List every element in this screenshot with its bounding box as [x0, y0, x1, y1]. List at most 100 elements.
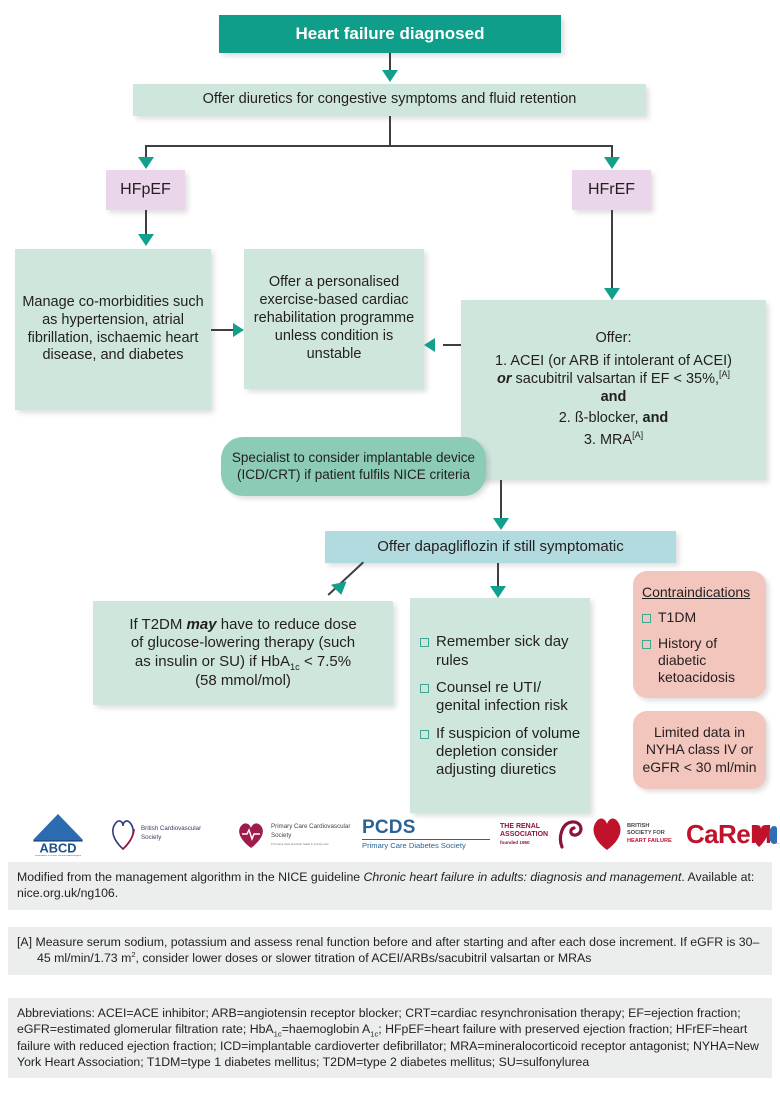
arrow-down-to-hfref	[604, 157, 620, 169]
checkbox-icon[interactable]	[420, 638, 429, 648]
partner-logos-bar: ABCD Association of British Clinical Dia…	[14, 806, 780, 860]
footnote-a: [A] Measure serum sodium, potassium and …	[8, 927, 772, 975]
arrow-left-to-rehab	[424, 338, 435, 352]
node-offer-therapy-content: Offer: 1. ACEI (or ARB if intolerant of …	[461, 326, 766, 455]
heart-icon	[752, 825, 769, 847]
arrow-down-to-hfpef	[138, 157, 154, 169]
heart-solid-red-icon	[593, 818, 621, 850]
british-cardiovascular-society-logo: British Cardiovascular Society	[110, 814, 220, 854]
pccs-main: Primary Care Cardiovascular Society	[271, 823, 351, 840]
offer-item-3-footnote-ref: [A]	[632, 430, 644, 441]
t2dm-line-2: of glucose-lowering therapy (such	[130, 634, 356, 652]
footnote-source-title: Chronic heart failure in adults: diagnos…	[363, 870, 682, 884]
t2dm-line-3-a: as insulin or SU) if HbA	[134, 653, 290, 670]
primary-care-cardiovascular-society-label: Primary Care Cardiovascular Society Prom…	[271, 823, 353, 846]
checkbox-icon[interactable]	[642, 613, 651, 623]
node-dapagliflozin-advice: Remember sick day rules Counsel re UTI/ …	[410, 598, 590, 813]
node-heart-failure-diagnosed-label: Heart failure diagnosed	[295, 24, 485, 44]
contraindications-title: Contraindications	[642, 584, 751, 601]
advice-item-label: Counsel re UTI/ genital infection risk	[436, 679, 568, 715]
node-limited-data: Limited data in NYHA class IV or eGFR < …	[633, 711, 766, 789]
arrow-down-to-t2dm	[330, 581, 350, 597]
node-manage-comorbidities: Manage co-morbidities such as hypertensi…	[15, 249, 211, 410]
flowchart-canvas: Heart failure diagnosed Offer diuretics …	[0, 0, 780, 1116]
heart-solid-icon	[239, 823, 263, 848]
offer-item-2: 2. ß-blocker, and	[467, 410, 760, 428]
node-specialist-device: Specialist to consider implantable devic…	[221, 437, 486, 496]
t2dm-line-3: as insulin or SU) if HbA1c < 7.5%	[99, 653, 387, 672]
offer-item-1-line2: or sacubitril valsartan if EF < 35%,[A]	[467, 368, 760, 389]
arrow-right-to-rehab	[233, 323, 244, 337]
connector-hfref-to-offer	[611, 210, 613, 295]
offer-and-2: and	[642, 410, 669, 427]
arrow-down-to-dapagliflozin	[493, 518, 509, 530]
advice-item-label: If suspicion of volume depletion conside…	[436, 724, 581, 779]
checkbox-icon[interactable]	[420, 729, 429, 739]
arrow-down-to-offer	[604, 288, 620, 300]
connector-split-horizontal	[145, 145, 612, 147]
footnote-source: Modified from the management algorithm i…	[8, 862, 772, 910]
node-dapagliflozin-advice-content: Remember sick day rules Counsel re UTI/ …	[410, 623, 590, 787]
pcds-logo-sub: Primary Care Diabetes Society	[362, 841, 466, 851]
node-hfref-label: HFrEF	[587, 181, 636, 199]
bsh-sub: HEART FAILURE	[627, 837, 672, 844]
contraindication-label: History of diabetic ketoacidosis	[658, 634, 736, 685]
node-heart-failure-diagnosed: Heart failure diagnosed	[219, 15, 561, 53]
checkbox-icon[interactable]	[642, 639, 651, 649]
contraindication-label: T1DM	[658, 608, 697, 625]
footnote-a-marker: [A]	[17, 935, 33, 949]
list-item: History of diabetic ketoacidosis	[642, 635, 759, 686]
advice-checklist: Remember sick day rules Counsel re UTI/ …	[420, 633, 582, 779]
offer-item-3-text: 3. MRA	[583, 432, 633, 449]
renal-association-sub: founded 1950	[500, 840, 530, 845]
t2dm-line-4: (58 mmol/mol)	[195, 671, 291, 689]
advice-item-label: Remember sick day rules	[436, 633, 569, 669]
offer-item-1-or: or	[496, 370, 512, 387]
arrow-down-to-manage	[138, 234, 154, 246]
node-contraindications-content: Contraindications T1DM History of diabet…	[633, 575, 766, 694]
contraindications-list: T1DM History of diabetic ketoacidosis	[642, 609, 759, 686]
list-item: Remember sick day rules	[420, 633, 582, 670]
t2dm-line-1-b: have to reduce dose	[216, 615, 357, 633]
primary-care-cardiovascular-society-logo: Primary Care Cardiovascular Society Prom…	[236, 814, 356, 856]
connector-diuretics-stem	[389, 116, 391, 146]
heart-outline-icon	[112, 820, 135, 851]
node-offer-diuretics-label: Offer diuretics for congestive symptoms …	[202, 91, 577, 108]
node-offer-dapagliflozin: Offer dapagliflozin if still symptomatic	[325, 531, 676, 563]
offer-item-3: 3. MRA[A]	[467, 430, 760, 450]
renal-association-logo: THE RENAL ASSOCIATION founded 1950	[500, 814, 592, 854]
offer-item-1-line1: 1. ACEI (or ARB if intolerant of ACEI)	[495, 352, 732, 369]
connector-manage-to-rehab	[211, 329, 235, 331]
offer-and-1: and	[600, 388, 627, 405]
pcds-logo: PCDS Primary Care Diabetes Society	[362, 816, 492, 852]
node-cardiac-rehab: Offer a personalised exercise-based card…	[244, 249, 424, 389]
abbreviations-text-2: =haemoglobin A	[281, 1022, 371, 1037]
checkbox-icon[interactable]	[420, 684, 429, 694]
offer-item-1-footnote-ref: [A]	[719, 368, 731, 379]
node-offer-diuretics: Offer diuretics for congestive symptoms …	[133, 84, 646, 116]
arrow-down-to-advice	[490, 586, 506, 598]
footnote-abbreviations: Abbreviations: ACEI=ACE inhibitor; ARB=a…	[8, 998, 772, 1079]
t2dm-may: may	[186, 615, 217, 633]
node-contraindications: Contraindications T1DM History of diabet…	[633, 571, 766, 698]
list-item: If suspicion of volume depletion conside…	[420, 725, 582, 780]
abbreviations-label: Abbreviations:	[17, 1006, 98, 1020]
node-hfpef-label: HFpEF	[120, 181, 171, 199]
node-hfpef: HFpEF	[106, 170, 185, 210]
offer-item-2-text: ß-blocker,	[574, 410, 643, 427]
node-t2dm-glucose-lowering: If T2DM may have to reduce dose of gluco…	[93, 601, 393, 705]
t2dm-line-1-a: If T2DM	[129, 615, 187, 633]
t2dm-line-1: If T2DM may have to reduce dose	[99, 616, 387, 635]
renal-association-main: THE RENAL ASSOCIATION	[500, 822, 549, 839]
organ-icons-group	[752, 825, 780, 847]
pcds-logo-rule	[362, 839, 490, 841]
t2dm-line-3-b: < 7.5%	[299, 653, 352, 670]
abcd-logo-mark: ABCD	[33, 813, 83, 855]
node-cardiac-rehab-label: Offer a personalised exercise-based card…	[253, 274, 415, 362]
kidney-swirl-icon	[558, 820, 583, 849]
abcd-logo: ABCD Association of British Clinical Dia…	[24, 810, 92, 858]
bsh-main: BRITISH SOCIETY FOR	[627, 822, 665, 837]
node-limited-data-label: Limited data in NYHA class IV or eGFR < …	[642, 723, 757, 775]
node-offer-dapagliflozin-label: Offer dapagliflozin if still symptomatic	[377, 537, 624, 555]
list-item: T1DM	[642, 609, 759, 626]
